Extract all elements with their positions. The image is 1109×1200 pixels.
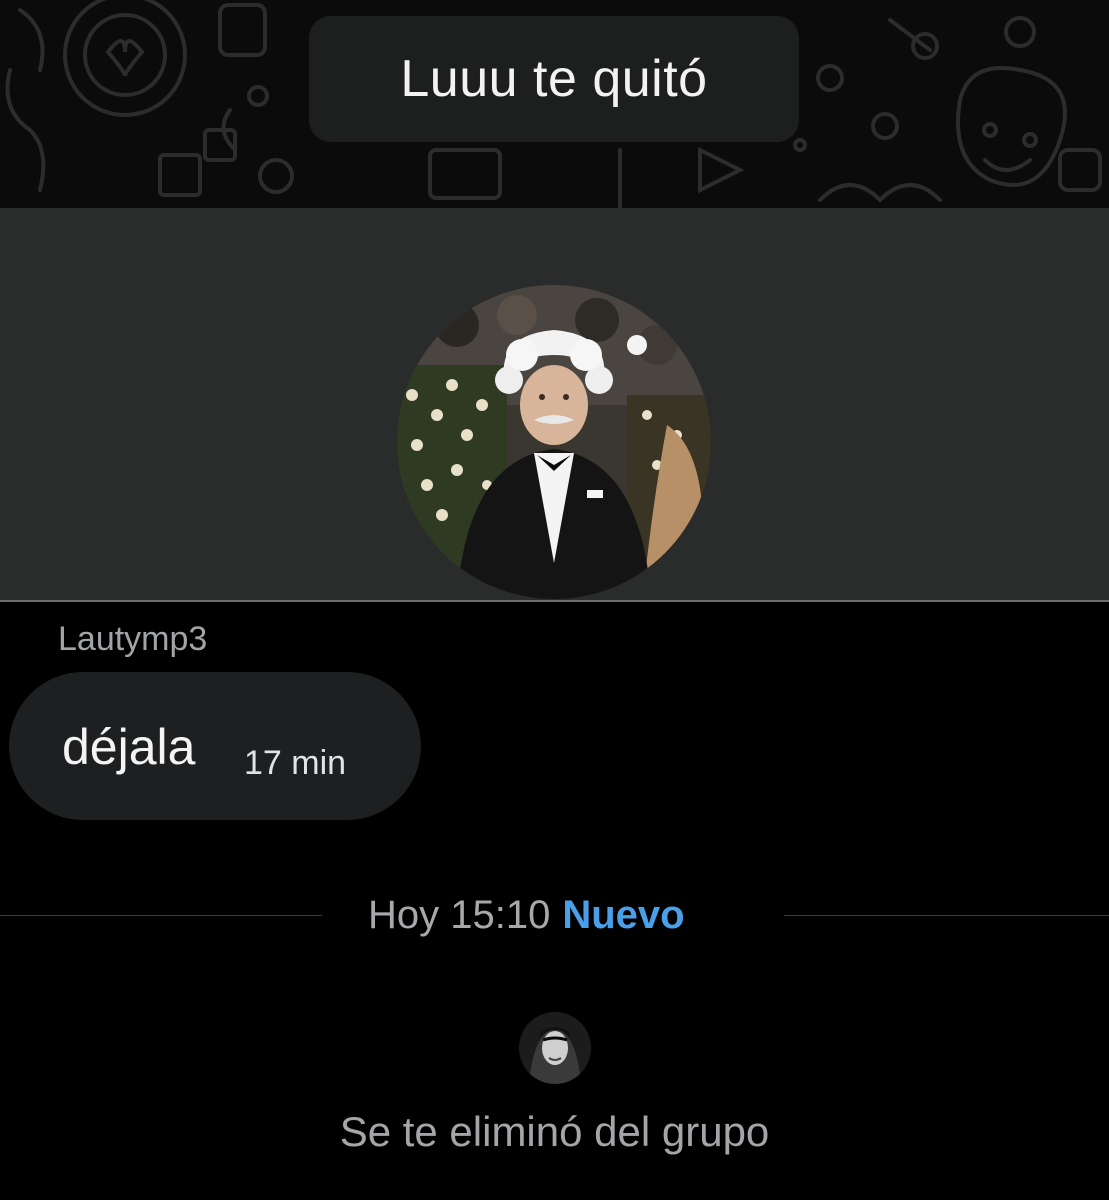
chat-wallpaper: Luuu te quitó (0, 0, 1109, 208)
group-avatar-photo-icon (397, 285, 711, 599)
panel-divider (0, 600, 1109, 602)
message-text: déjala (62, 719, 196, 775)
chat-screen: Luuu te quitó Lautymp3 déjala 17 min Hoy… (0, 0, 1109, 1200)
message-time: 17 min (244, 744, 347, 782)
message-sender-name[interactable]: Lautymp3 (58, 620, 207, 659)
system-notice-bubble: Luuu te quitó (309, 16, 799, 142)
group-avatar[interactable] (397, 285, 711, 599)
new-messages-label: Nuevo (562, 893, 685, 937)
user-avatar-photo-icon (519, 1012, 591, 1084)
removed-from-group-notice: Se te eliminó del grupo (339, 1108, 770, 1155)
separator-line-right (784, 915, 1109, 916)
separator-line-left (0, 915, 322, 916)
date-label: Hoy 15:10 (368, 893, 551, 937)
event-avatar[interactable] (519, 1012, 591, 1084)
date-separator: Hoy 15:10 Nuevo (368, 893, 685, 938)
